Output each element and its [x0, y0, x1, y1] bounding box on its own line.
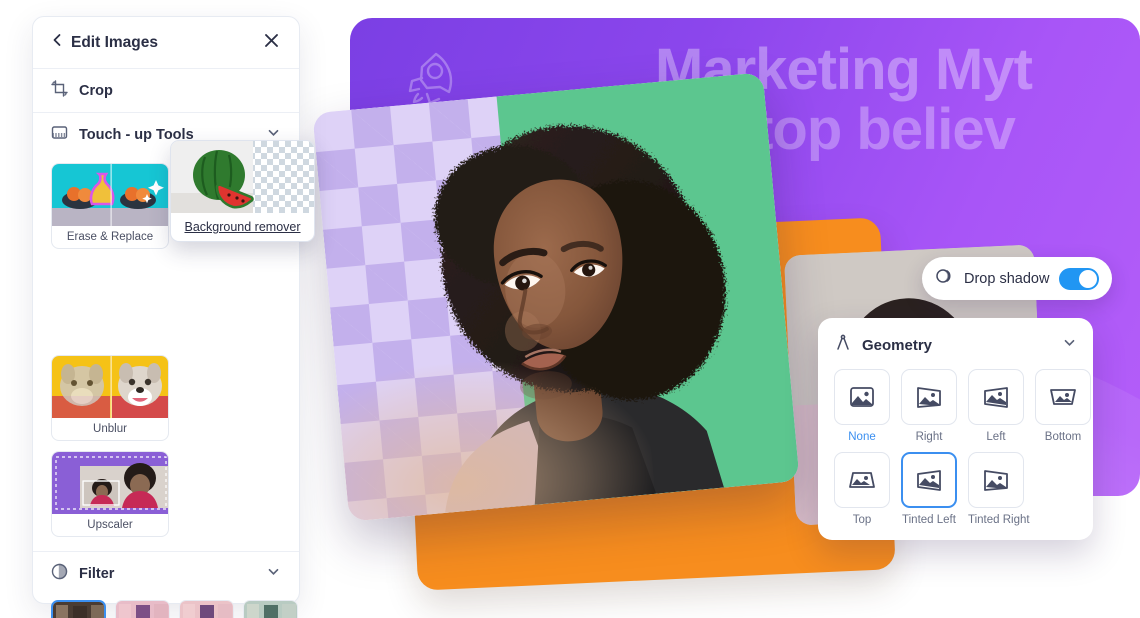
touchup-tool-upscaler[interactable]: Upscaler [51, 451, 169, 537]
geometry-option-tinted-right[interactable]: Tinted Right [968, 452, 1030, 526]
filter-option-brannan[interactable]: Brannan [243, 600, 298, 618]
sidebar-item-crop[interactable]: Crop [33, 69, 299, 113]
touchup-tool-erase-replace[interactable]: Erase & Replace [51, 163, 169, 249]
close-icon[interactable] [262, 31, 281, 55]
geometry-option-label: Left [986, 431, 1006, 443]
background-remover-thumbnail [171, 141, 314, 213]
geometry-panel: Geometry None Right Left Bottom Top Tint… [818, 318, 1093, 540]
drop-shadow-control[interactable]: Drop shadow [922, 257, 1112, 300]
drop-shadow-icon [935, 266, 955, 291]
geometry-option-left[interactable]: Left [968, 369, 1024, 443]
touchup-tools-icon [51, 124, 68, 146]
chevron-left-icon [51, 33, 64, 52]
filter-option-aden[interactable]: Aden [179, 600, 234, 618]
panel-header: Edit Images [33, 17, 299, 69]
crop-icon [51, 79, 68, 102]
geometry-header[interactable]: Geometry [834, 330, 1077, 360]
filter-option-1997[interactable]: 1997 [115, 600, 170, 618]
geometry-option-right[interactable]: Right [901, 369, 957, 443]
filter-option-no-filter[interactable]: No Filter [51, 600, 106, 618]
geometry-option-label: Top [852, 514, 872, 526]
geometry-row-2: Top Tinted Left Tinted Right [834, 452, 1077, 526]
unblur-thumbnail [52, 356, 168, 418]
app-canvas: Marketing Myt to stop believ Drop shadow… [0, 0, 1140, 618]
geometry-option-label: None [848, 431, 876, 443]
filter-option-grid: No Filter 1997 [33, 596, 299, 618]
sidebar-section-label: Filter [79, 566, 115, 582]
filter-contrast-icon [51, 563, 68, 585]
touchup-tool-background-remover[interactable]: Background remover [170, 140, 315, 242]
drop-shadow-label: Drop shadow [964, 270, 1050, 287]
filter-thumbnail [115, 600, 170, 618]
geometry-option-label: Bottom [1044, 431, 1082, 443]
chevron-down-icon[interactable] [266, 564, 281, 584]
geometry-option-label: Right [915, 431, 943, 443]
geometry-option-label: Tinted Left [902, 514, 956, 526]
sidebar-item-label: Crop [79, 82, 113, 99]
sidebar-section-filter[interactable]: Filter [33, 552, 299, 596]
filter-thumbnail [51, 600, 106, 618]
geometry-option-label: Tinted Right [968, 514, 1030, 526]
edit-images-panel: Edit Images Crop Touch - up Tools Erase … [32, 16, 300, 618]
geometry-option-tinted-left[interactable]: Tinted Left [901, 452, 957, 526]
geometry-option-bottom[interactable]: Bottom [1035, 369, 1091, 443]
upscaler-thumbnail [52, 452, 168, 514]
panel-title: Edit Images [71, 33, 158, 51]
photo-warm-glow [318, 346, 658, 522]
filter-thumbnail [243, 600, 298, 618]
geometry-option-top[interactable]: Top [834, 452, 890, 526]
back-to-previous[interactable]: Edit Images [51, 33, 262, 52]
touchup-tool-unblur[interactable]: Unblur [51, 355, 169, 441]
touchup-tool-label: Unblur [93, 423, 127, 435]
touchup-tool-label: Background remover [184, 220, 301, 234]
drop-shadow-toggle[interactable] [1059, 267, 1099, 290]
geometry-title: Geometry [862, 336, 933, 354]
filter-thumbnail [179, 600, 234, 618]
erase-replace-thumbnail [52, 164, 168, 226]
compass-icon [834, 334, 852, 357]
geometry-row-1: None Right Left Bottom [834, 369, 1091, 443]
geometry-option-none[interactable]: None [834, 369, 890, 443]
chevron-down-icon[interactable] [1062, 335, 1077, 355]
touchup-tool-label: Erase & Replace [66, 231, 154, 243]
touchup-tool-label: Upscaler [87, 519, 133, 531]
main-photo-card[interactable] [312, 72, 800, 522]
